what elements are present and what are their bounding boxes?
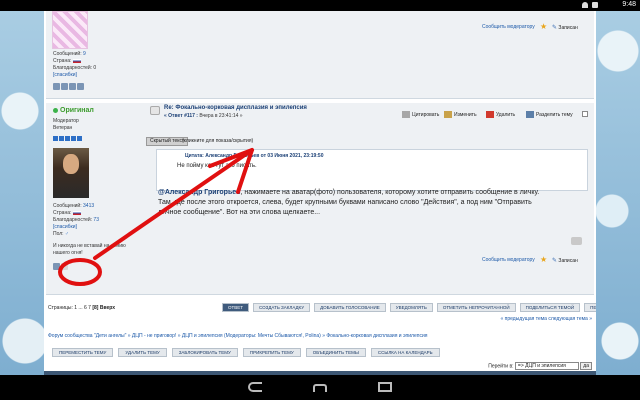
breadcrumb[interactable]: Форум сообщества "Дети ангелы" » ДЦП - н… (48, 333, 427, 339)
jump-to: Перейти в: => ДЦП и эпилепсия да (488, 362, 592, 370)
back-icon[interactable] (248, 382, 262, 392)
male-icon: ♂ (64, 231, 69, 237)
clock: 9:48 (622, 1, 636, 8)
report-moderator-link[interactable]: Сообщить модератору (482, 257, 535, 263)
message-icon[interactable] (61, 263, 68, 270)
bookmark-button[interactable]: СОЗДАТЬ ЗАКЛАДКУ (253, 303, 311, 312)
quote-text: Не пойму как тут это писать. (177, 163, 257, 169)
pagination[interactable]: Страницы: 1 ... 6 7 [8] Вверх (48, 305, 115, 311)
top-link[interactable]: Вверх (100, 305, 115, 311)
quote-header[interactable]: Цитата: Александр Григорьев от 03 Июня 2… (185, 153, 323, 159)
country: Страна: (53, 58, 81, 64)
forum-page[interactable]: Сообщений: 9 Страна: Благодарностей: 0 [… (44, 11, 596, 375)
move-topic-button[interactable]: ПЕРЕМЕСТИТЬ ТЕМУ (52, 348, 114, 357)
share-button[interactable]: ПОДЕЛИТЬСЯ ТЕМОЙ (519, 303, 581, 312)
mark-unread-button[interactable]: ОТМЕТИТЬ НЕПРОЧИТАННОЙ (436, 303, 516, 312)
author-rank: Ветеран (53, 125, 73, 131)
battery-icon (591, 2, 598, 8)
add-poll-button[interactable]: ДОБАВИТЬ ГОЛОСОВАНИЕ (314, 303, 386, 312)
delete-icon (486, 111, 494, 118)
email-icon[interactable] (61, 83, 68, 90)
calendar-link-button[interactable]: ССЫЛКА НА КАЛЕНДАРЬ (370, 348, 440, 357)
messages-count: Сообщений: 9 (53, 51, 86, 57)
avatar[interactable] (53, 148, 89, 198)
thanks-count: Благодарностей: 0 (53, 65, 97, 71)
moderation-buttons[interactable]: ПЕРЕМЕСТИТЬ ТЕМУ УДАЛИТЬ ТЕМУ ЗАБЛОКИРОВАТ… (52, 348, 445, 357)
flag-icon (72, 210, 81, 215)
country: Страна: (53, 210, 81, 216)
thanks-link[interactable]: [спасибки] (53, 224, 77, 230)
android-status-bar: 9:48 (0, 0, 640, 11)
link-icon: ✎ (552, 25, 558, 31)
quote-button[interactable]: Цитировать (402, 111, 439, 118)
profile-icons[interactable] (53, 83, 85, 91)
android-nav-bar (0, 375, 640, 400)
post-meta: « Ответ #117 : Вчера в 23:41:14 » (164, 113, 243, 119)
prev-next-topic[interactable]: « предыдущая тема следующая тема » (500, 316, 592, 322)
merge-topics-button[interactable]: ОБЪЕДИНИТЬ ТЕМЫ (305, 348, 366, 357)
post-title[interactable]: Re: Фокально-корковая дисплазия и эпилеп… (164, 105, 307, 111)
wifi-icon (582, 2, 588, 8)
message-icon[interactable] (69, 83, 76, 90)
topic-buttons[interactable]: ОТВЕТ СОЗДАТЬ ЗАКЛАДКУ ДОБАВИТЬ ГОЛОСОВАНИ… (222, 303, 596, 312)
edit-button[interactable]: Изменить (444, 111, 477, 118)
info-icon[interactable] (77, 83, 84, 90)
delete-topic-button[interactable]: УДАЛИТЬ ТЕМУ (118, 348, 167, 357)
avatar[interactable] (52, 11, 88, 49)
recent-apps-icon[interactable] (378, 382, 392, 392)
online-icon (53, 107, 58, 113)
mention[interactable]: @Александр Григорьев (158, 189, 240, 196)
thanks-link[interactable]: [спасибки] (53, 72, 77, 78)
rank-stars (53, 136, 83, 143)
quote-block: Цитата: Александр Григорьев от 03 Июня 2… (156, 149, 588, 191)
split-icon (526, 111, 534, 118)
thanks-count: Благодарностей: 73 (53, 217, 99, 223)
lock-topic-button[interactable]: ЗАБЛОКИРОВАТЬ ТЕМУ (171, 348, 238, 357)
status-icons (580, 2, 610, 9)
messages-count: Сообщений: 3413 (53, 203, 95, 209)
reply-button[interactable]: ОТВЕТ (222, 303, 250, 312)
delete-button[interactable]: Удалить (486, 111, 515, 118)
quote-icon (402, 111, 410, 118)
post-reply-117: Оригинал Модератор Ветеран Сообщений: 34… (46, 103, 594, 295)
home-icon[interactable] (313, 384, 327, 392)
link-icon: ✎ (552, 258, 558, 264)
modify-icon[interactable] (571, 237, 582, 245)
profile-icon[interactable] (53, 263, 60, 270)
signature-line-2: нашего огня! (53, 250, 83, 256)
star-icon[interactable]: ★ (540, 255, 547, 264)
bookmark-star[interactable]: ★ (540, 255, 547, 264)
split-button[interactable]: Разделить тему (526, 111, 573, 118)
bookmark-star[interactable]: ★ (540, 22, 547, 31)
edit-icon (444, 111, 452, 118)
topic-icon (150, 106, 160, 115)
signature-line-1: И никогда не вставай на линию (53, 243, 126, 249)
go-button[interactable]: да (580, 362, 592, 370)
select-checkbox[interactable] (582, 111, 588, 117)
flag-icon (72, 58, 81, 63)
board-select[interactable]: => ДЦП и эпилепсия (514, 362, 579, 370)
report-moderator-link[interactable]: Сообщить модератору (482, 24, 535, 30)
star-icon[interactable]: ★ (540, 22, 547, 31)
profile-icon[interactable] (53, 83, 60, 90)
bookmark-link[interactable]: ✎ Записан (552, 257, 578, 264)
profile-icons[interactable] (53, 263, 69, 271)
pin-topic-button[interactable]: ПРИКРЕПИТЬ ТЕМУ (242, 348, 301, 357)
bookmark-link[interactable]: ✎ Записан (552, 24, 578, 31)
author-name[interactable]: Оригинал (53, 107, 94, 114)
gender: Пол: ♂ (53, 231, 69, 237)
notify-button[interactable]: УВЕДОМЛЯТЬ (389, 303, 433, 312)
print-button[interactable]: ПЕЧАТЬ (584, 303, 596, 312)
post-previous: Сообщений: 9 Страна: Благодарностей: 0 [… (46, 11, 594, 99)
author-role: Модератор (53, 118, 79, 124)
post-body: @Александр Григорьев, нажимаете на авата… (158, 189, 540, 216)
hidden-text-hint: (кликните для показа/скрытия) (182, 138, 254, 144)
